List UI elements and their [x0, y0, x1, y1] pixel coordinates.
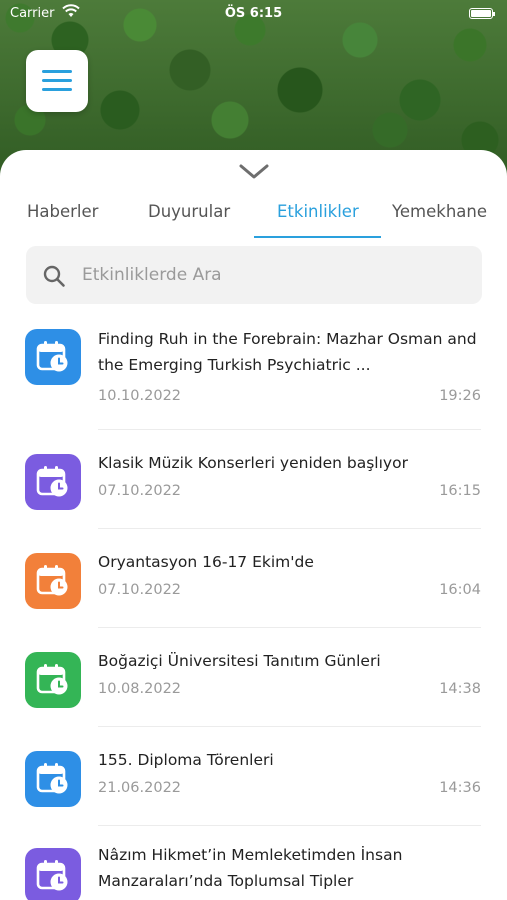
event-icon: [25, 848, 81, 900]
event-date: 07.10.2022: [98, 582, 182, 598]
calendar-clock-icon: [36, 664, 68, 695]
calendar-clock-icon: [36, 565, 68, 596]
battery-icon: [469, 8, 495, 19]
event-title: Finding Ruh in the Forebrain: Mazhar Osm…: [98, 330, 477, 374]
calendar-clock-icon: [36, 860, 68, 891]
active-tab-indicator: [254, 236, 381, 238]
event-title: 155. Diploma Törenleri: [98, 751, 274, 769]
calendar-clock-icon: [36, 466, 68, 497]
event-time: 14:38: [439, 681, 481, 697]
calendar-clock-icon: [36, 763, 68, 794]
tab-etkinlikler[interactable]: Etkinlikler: [277, 202, 359, 221]
calendar-clock-icon: [36, 341, 68, 372]
event-title: Oryantasyon 16-17 Ekim'de: [98, 553, 314, 571]
bottom-sheet: Haberler Duyurular Etkinlikler Yemekhane…: [0, 150, 507, 900]
event-time: 16:04: [439, 582, 481, 598]
event-date: 10.08.2022: [98, 681, 182, 697]
hamburger-icon: [42, 70, 72, 73]
list-divider: [98, 528, 481, 529]
tab-haberler[interactable]: Haberler: [27, 202, 98, 221]
tab-duyurular[interactable]: Duyurular: [148, 202, 230, 221]
tab-bar: Haberler Duyurular Etkinlikler Yemekhane: [0, 198, 507, 240]
event-title: Nâzım Hikmet’in Memleketimden İnsan Manz…: [98, 846, 403, 890]
chevron-down-icon[interactable]: [238, 162, 270, 182]
event-icon: [25, 652, 81, 708]
event-time: 19:26: [439, 388, 481, 404]
status-bar: Carrier ÖS 6:15: [0, 0, 507, 30]
list-divider: [98, 627, 481, 628]
event-icon: [25, 329, 81, 385]
search-icon: [43, 265, 65, 287]
event-icon: [25, 751, 81, 807]
event-time: 14:36: [439, 780, 481, 796]
list-divider: [98, 429, 481, 430]
tab-yemekhane[interactable]: Yemekhane: [392, 202, 487, 221]
list-divider: [98, 825, 481, 826]
event-time: 16:15: [439, 483, 481, 499]
event-title: Klasik Müzik Konserleri yeniden başlıyor: [98, 454, 408, 472]
hamburger-icon-line: [42, 79, 72, 82]
search-bar[interactable]: [26, 246, 482, 304]
list-divider: [98, 726, 481, 727]
event-date: 10.10.2022: [98, 388, 182, 404]
event-title: Boğaziçi Üniversitesi Tanıtım Günleri: [98, 652, 381, 670]
search-input[interactable]: [82, 256, 462, 294]
menu-button[interactable]: [26, 50, 88, 112]
clock-label: ÖS 6:15: [224, 6, 283, 21]
event-icon: [25, 454, 81, 510]
event-icon: [25, 553, 81, 609]
event-date: 07.10.2022: [98, 483, 182, 499]
event-date: 21.06.2022: [98, 780, 182, 796]
hamburger-icon-line: [42, 88, 72, 91]
